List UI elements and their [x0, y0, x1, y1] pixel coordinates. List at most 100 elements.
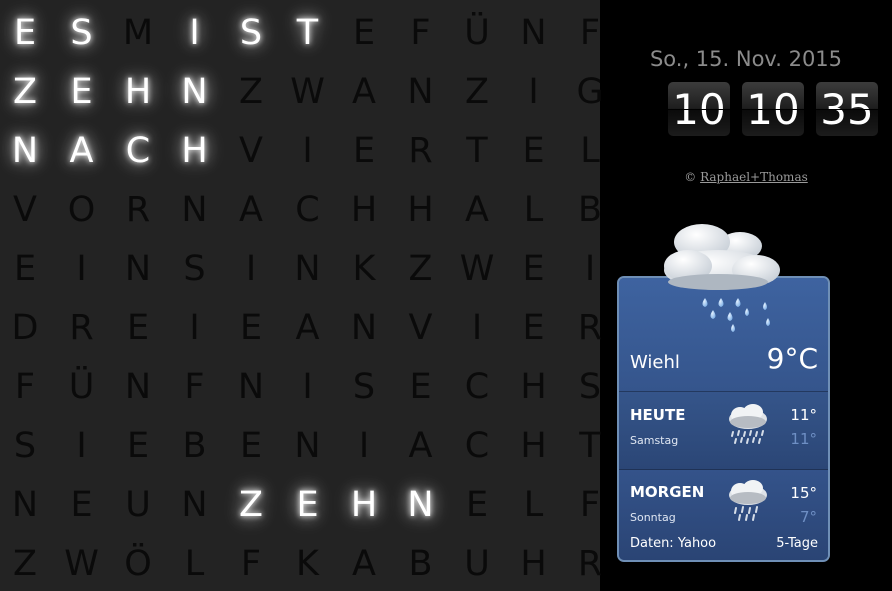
- clock-letter: E: [522, 131, 545, 171]
- cloud-rain-icon: [729, 404, 767, 444]
- forecast-day-label: HEUTE: [630, 406, 686, 424]
- clock-letter: H: [520, 367, 547, 407]
- clock-letter: R: [69, 308, 94, 348]
- forecast-today: HEUTE Samstag 11° 11°: [619, 392, 828, 470]
- data-source-link[interactable]: Daten: Yahoo: [630, 536, 716, 551]
- clock-letter: Z: [13, 72, 37, 112]
- copyright: © Raphael+Thomas: [600, 170, 892, 184]
- clock-letter: N: [237, 367, 265, 407]
- clock-letter: G: [576, 72, 604, 112]
- clock-letter: E: [522, 308, 545, 348]
- clock-letter: E: [126, 426, 150, 466]
- clock-letter: E: [296, 485, 319, 525]
- clock-letter: Z: [13, 544, 37, 584]
- clock-letter: N: [11, 131, 39, 171]
- clock-letter: F: [410, 13, 431, 53]
- clock-letter: N: [181, 72, 208, 112]
- forecast-low: 11°: [790, 430, 817, 448]
- clock-letter: C: [464, 426, 490, 466]
- clock-letter: I: [189, 308, 200, 348]
- clock-letter: V: [239, 131, 263, 171]
- clock-letter: Ü: [68, 367, 95, 407]
- five-day-link[interactable]: 5-Tage: [776, 536, 818, 551]
- clock-letter: C: [464, 367, 490, 407]
- minutes-flip-card: 10: [742, 82, 804, 136]
- clock-letter: T: [296, 13, 319, 53]
- clock-letter: L: [184, 544, 205, 584]
- clock-letter: K: [352, 249, 376, 289]
- clock-letter: C: [295, 190, 320, 230]
- clock-letter: E: [126, 308, 150, 348]
- clock-letter: L: [523, 190, 544, 230]
- location-label: Wiehl: [630, 352, 680, 373]
- cloud-rain-icon: [729, 480, 767, 521]
- clock-letter: E: [239, 426, 263, 466]
- clock-letter: T: [466, 131, 488, 171]
- clock-letter: S: [70, 13, 93, 53]
- clock-letter: Ü: [464, 13, 490, 53]
- seconds-flip-card: 35: [816, 82, 878, 136]
- clock-letter: Z: [239, 72, 263, 112]
- clock-letter: F: [240, 544, 262, 584]
- clock-letter: B: [182, 426, 207, 466]
- clock-letter: E: [13, 249, 37, 289]
- clock-letter: W: [290, 72, 325, 112]
- clock-letter: N: [124, 249, 152, 289]
- clock-letter: E: [352, 131, 376, 171]
- hours-flip-card: 10: [668, 82, 730, 136]
- clock-letter: F: [14, 367, 36, 407]
- clock-letter: L: [580, 131, 600, 171]
- clock-letter: N: [407, 72, 434, 112]
- clock-letter: R: [577, 308, 603, 348]
- clock-letter: I: [584, 249, 596, 289]
- forecast-day-label: MORGEN: [630, 483, 705, 501]
- clock-letter: N: [520, 13, 547, 53]
- clock-letter: R: [125, 190, 151, 230]
- clock-letter: D: [11, 308, 39, 348]
- clock-letter: I: [302, 367, 313, 407]
- clock-letter: H: [181, 131, 208, 171]
- rain-cloud-icon: [664, 224, 780, 332]
- clock-letter: R: [577, 544, 603, 584]
- copyright-symbol: ©: [684, 170, 697, 184]
- clock-letter: T: [579, 426, 601, 466]
- clock-letter: W: [64, 544, 99, 584]
- clock-letter: S: [578, 367, 602, 407]
- clock-letter: A: [239, 190, 263, 230]
- clock-letter: B: [408, 544, 433, 584]
- clock-letter: R: [408, 131, 433, 171]
- clock-letter: N: [294, 426, 321, 466]
- clock-letter: N: [350, 308, 378, 348]
- clock-letter: B: [577, 190, 602, 230]
- clock-letter: L: [523, 485, 544, 525]
- clock-letter: H: [350, 485, 378, 525]
- clock-letter: I: [528, 72, 539, 112]
- clock-letter: I: [76, 426, 87, 466]
- clock-letter: E: [239, 308, 263, 348]
- clock-letter: H: [520, 426, 547, 466]
- clock-letter: M: [122, 13, 154, 53]
- clock-letter: K: [296, 544, 319, 584]
- clock-letter: I: [358, 426, 370, 466]
- clock-letter: A: [69, 131, 94, 171]
- clock-letter: S: [352, 367, 376, 407]
- clock-letter: H: [124, 72, 152, 112]
- clock-letter: Z: [465, 72, 489, 112]
- clock-letter: E: [522, 249, 545, 289]
- clock-letter: N: [294, 249, 321, 289]
- clock-letter: A: [408, 426, 433, 466]
- clock-letter: Z: [408, 249, 433, 289]
- clock-letter: A: [295, 308, 320, 348]
- clock-letter: H: [350, 190, 378, 230]
- clock-letter: I: [245, 249, 257, 289]
- author-link[interactable]: Raphael+Thomas: [700, 170, 808, 184]
- clock-letter: E: [13, 13, 37, 53]
- clock-letter: I: [302, 131, 313, 171]
- clock-letter: E: [70, 72, 93, 112]
- clock-letter: E: [70, 485, 93, 525]
- clock-letter: O: [67, 190, 96, 230]
- clock-letter: I: [189, 13, 200, 53]
- clock-letter: S: [183, 249, 206, 289]
- clock-letter: S: [239, 13, 263, 53]
- forecast-weekday: Samstag: [630, 434, 679, 447]
